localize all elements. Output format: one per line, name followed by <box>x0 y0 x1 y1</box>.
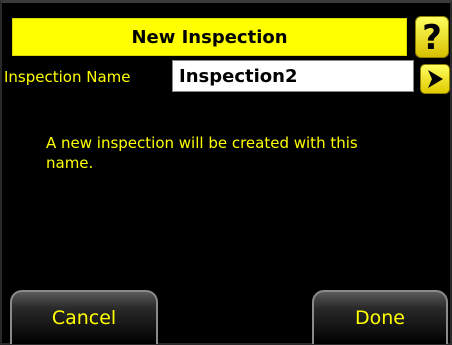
cancel-button[interactable]: Cancel <box>10 290 158 344</box>
next-button[interactable] <box>420 64 450 94</box>
svg-text:?: ? <box>422 18 442 56</box>
done-button-label: Done <box>355 307 405 329</box>
new-inspection-dialog: New Inspection ? Inspection Name A new i… <box>0 0 452 345</box>
info-message: A new inspection will be created with th… <box>46 134 358 172</box>
inspection-name-label: Inspection Name <box>4 68 131 86</box>
question-mark-icon: ? <box>422 18 442 56</box>
inspection-name-input[interactable] <box>172 60 414 92</box>
done-button[interactable]: Done <box>312 290 448 344</box>
dialog-title-bar: New Inspection <box>12 18 407 56</box>
cancel-button-label: Cancel <box>51 307 117 329</box>
arrow-right-icon <box>428 70 443 88</box>
dialog-title: New Inspection <box>131 26 288 48</box>
help-button[interactable]: ? <box>415 16 449 58</box>
